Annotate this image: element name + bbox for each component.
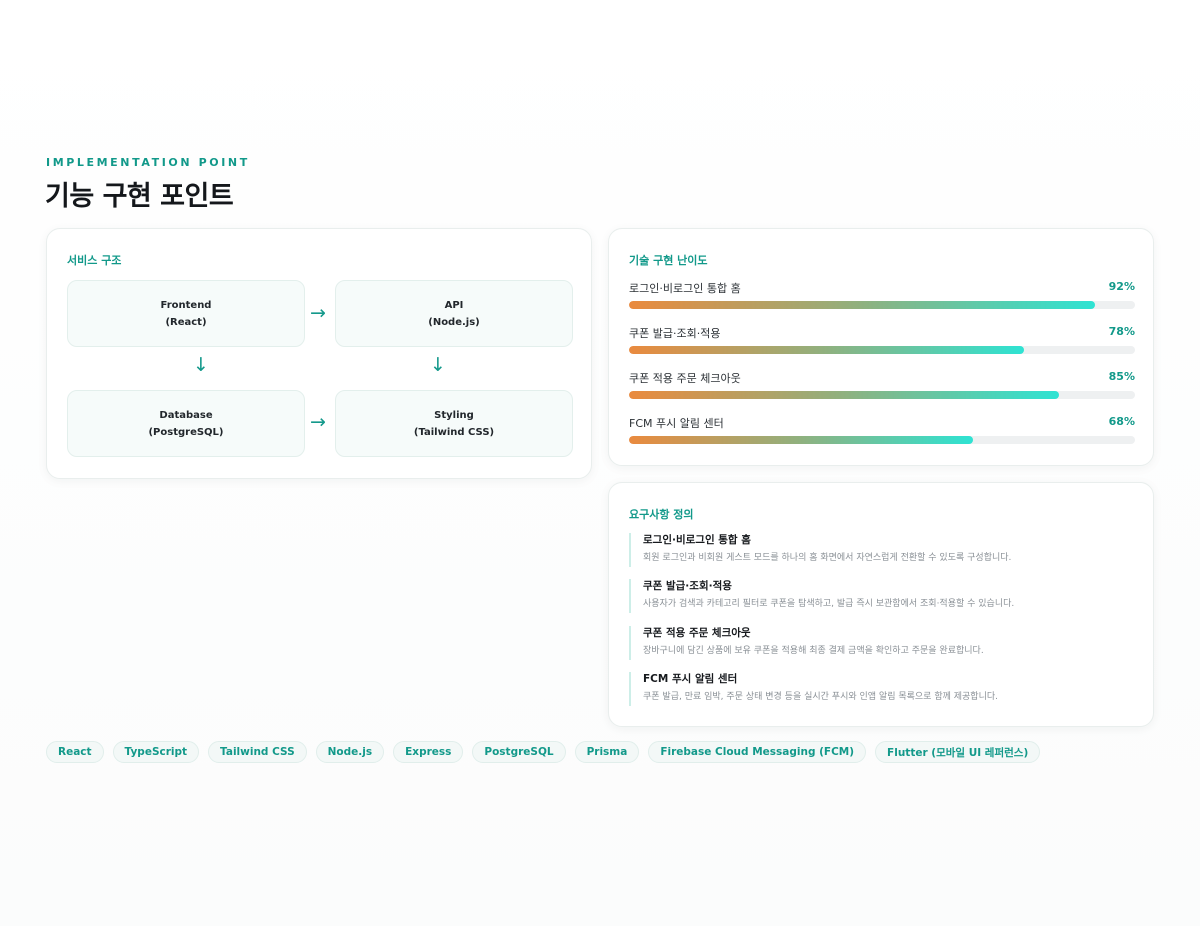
progress-fill xyxy=(629,301,1095,309)
progress-fill xyxy=(629,436,974,444)
difficulty-value: 68% xyxy=(1108,415,1135,428)
node-name: Database xyxy=(159,409,213,421)
requirement-item: 쿠폰 적용 주문 체크아웃 장바구니에 담긴 상품에 보유 쿠폰을 적용해 최종… xyxy=(629,626,1135,660)
requirement-desc: 회원 로그인과 비회원 게스트 모드를 하나의 홈 화면에서 자연스럽게 전환할… xyxy=(643,553,1012,563)
requirement-desc: 쿠폰 발급, 만료 임박, 주문 상태 변경 등을 실시간 푸시와 인앱 알림 … xyxy=(643,692,998,702)
tech-tag: PostgreSQL xyxy=(472,741,566,763)
node-detail: (PostgreSQL) xyxy=(148,426,224,438)
difficulty-value: 92% xyxy=(1108,280,1135,293)
node-detail: (Tailwind CSS) xyxy=(413,426,495,438)
node-frontend: Frontend (React) xyxy=(67,280,305,347)
requirement-item: FCM 푸시 알림 센터 쿠폰 발급, 만료 임박, 주문 상태 변경 등을 실… xyxy=(629,672,1135,706)
architecture-card: 서비스 구조 Frontend (React) API (Node.js) Da… xyxy=(46,228,592,479)
requirement-item: 로그인·비로그인 통합 홈 회원 로그인과 비회원 게스트 모드를 하나의 홈 … xyxy=(629,533,1135,567)
tech-tag: Node.js xyxy=(315,741,385,763)
requirements-card-title: 요구사항 정의 xyxy=(629,508,694,521)
tech-tag-list: React TypeScript Tailwind CSS Node.js Ex… xyxy=(46,741,1041,763)
difficulty-label: 로그인·비로그인 통합 홈 xyxy=(629,282,741,295)
progress-track xyxy=(629,346,1135,354)
requirement-title: 로그인·비로그인 통합 홈 xyxy=(643,534,751,546)
node-database: Database (PostgreSQL) xyxy=(67,390,305,457)
tech-tag: Firebase Cloud Messaging (FCM) xyxy=(648,741,867,763)
progress-track xyxy=(629,301,1135,309)
node-name: Styling xyxy=(434,409,474,421)
requirements-card: 요구사항 정의 로그인·비로그인 통합 홈 회원 로그인과 비회원 게스트 모드… xyxy=(608,482,1154,727)
progress-track xyxy=(629,436,1135,444)
difficulty-label: FCM 푸시 알림 센터 xyxy=(629,417,724,430)
requirement-title: 쿠폰 적용 주문 체크아웃 xyxy=(643,627,751,639)
difficulty-card: 기술 구현 난이도 로그인·비로그인 통합 홈 92% 쿠폰 발급·조회·적용 … xyxy=(608,228,1154,466)
page-title: 기능 구현 포인트 xyxy=(45,181,234,212)
tech-tag: React xyxy=(46,741,104,763)
difficulty-value: 85% xyxy=(1108,370,1135,383)
requirement-item: 쿠폰 발급·조회·적용 사용자가 검색과 카테고리 필터로 쿠폰을 탐색하고, … xyxy=(629,579,1135,613)
requirement-desc: 장바구니에 담긴 상품에 보유 쿠폰을 적용해 최종 결제 금액을 확인하고 주… xyxy=(643,646,984,656)
difficulty-value: 78% xyxy=(1108,325,1135,338)
requirement-title: FCM 푸시 알림 센터 xyxy=(643,673,738,685)
node-styling: Styling (Tailwind CSS) xyxy=(335,390,573,457)
architecture-card-title: 서비스 구조 xyxy=(67,254,122,267)
node-name: Frontend xyxy=(160,299,212,311)
section-eyebrow: IMPLEMENTATION POINT xyxy=(46,156,250,169)
tech-tag: Prisma xyxy=(574,741,640,763)
tech-tag: Flutter (모바일 UI 레퍼런스) xyxy=(875,741,1041,763)
progress-track xyxy=(629,391,1135,399)
arrow-right-icon: → xyxy=(310,411,326,433)
requirement-desc: 사용자가 검색과 카테고리 필터로 쿠폰을 탐색하고, 발급 즉시 보관함에서 … xyxy=(643,599,1015,609)
page: IMPLEMENTATION POINT 기능 구현 포인트 서비스 구조 Fr… xyxy=(0,0,1200,926)
difficulty-label: 쿠폰 적용 주문 체크아웃 xyxy=(629,372,741,385)
progress-fill xyxy=(629,346,1024,354)
requirement-title: 쿠폰 발급·조회·적용 xyxy=(643,580,732,592)
progress-fill xyxy=(629,391,1060,399)
difficulty-card-title: 기술 구현 난이도 xyxy=(629,254,708,267)
node-api: API (Node.js) xyxy=(335,280,573,347)
node-name: API xyxy=(444,299,464,311)
node-detail: (React) xyxy=(165,316,207,328)
tech-tag: Express xyxy=(393,741,464,763)
node-detail: (Node.js) xyxy=(428,316,480,328)
arrow-right-icon: → xyxy=(310,302,326,324)
arrow-down-icon: ↓ xyxy=(193,354,209,376)
tech-tag: Tailwind CSS xyxy=(208,741,307,763)
arrow-down-icon: ↓ xyxy=(430,354,446,376)
tech-tag: TypeScript xyxy=(112,741,200,763)
difficulty-label: 쿠폰 발급·조회·적용 xyxy=(629,327,721,340)
